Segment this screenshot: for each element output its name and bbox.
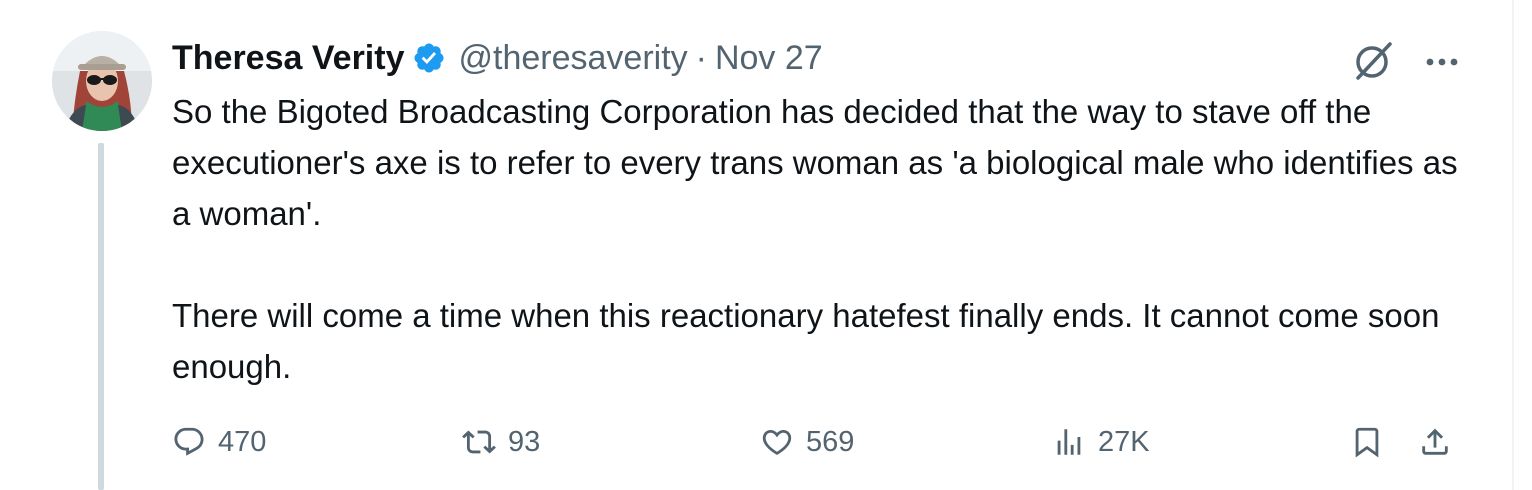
bookmark-button[interactable]	[1350, 414, 1384, 470]
views-count: 27K	[1098, 425, 1150, 458]
reply-icon	[174, 427, 204, 456]
avatar-image	[52, 31, 152, 131]
reply-count: 470	[218, 425, 267, 458]
reply-button[interactable]: 470	[172, 414, 266, 470]
bookmark-icon	[1355, 427, 1379, 458]
author-name[interactable]: Theresa Verity	[172, 39, 404, 78]
share-icon	[1422, 428, 1448, 455]
tweet-paragraph: There will come a time when this reactio…	[172, 297, 1440, 385]
tweet-paragraph: So the Bigoted Broadcasting Corporation …	[172, 93, 1458, 232]
heart-icon	[762, 429, 792, 455]
separator-dot: ·	[695, 38, 707, 77]
avatar[interactable]	[52, 31, 152, 131]
more-icon[interactable]	[1420, 40, 1464, 84]
repost-count: 93	[508, 425, 541, 458]
thread-connector-line	[98, 143, 104, 490]
like-count: 569	[806, 425, 855, 458]
views-icon	[1057, 429, 1081, 455]
repost-button[interactable]: 93	[462, 414, 540, 470]
card-border	[1512, 0, 1514, 490]
share-button[interactable]	[1418, 414, 1452, 470]
tweet-header: Theresa Verity @theresaverity · Nov 27	[172, 33, 823, 83]
grok-icon[interactable]	[1350, 38, 1396, 84]
action-bar: 470 93 569 27K	[172, 414, 1472, 470]
verified-badge-icon[interactable]	[412, 41, 446, 75]
tweet-date[interactable]: Nov 27	[715, 39, 823, 78]
like-button[interactable]: 569	[760, 414, 854, 470]
views-button[interactable]: 27K	[1052, 414, 1150, 470]
author-handle[interactable]: @theresaverity	[458, 39, 687, 78]
repost-icon	[462, 430, 496, 454]
tweet-card[interactable]: Theresa Verity @theresaverity · Nov 27 S…	[0, 0, 1532, 490]
tweet-text: So the Bigoted Broadcasting Corporation …	[172, 86, 1482, 392]
